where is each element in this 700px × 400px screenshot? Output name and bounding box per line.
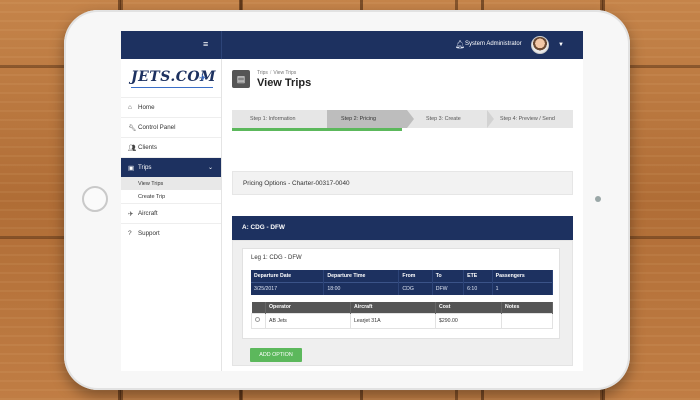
wizard-steps: Step 1: Information Step 2: Pricing Step… bbox=[232, 110, 573, 128]
breadcrumb-separator: / bbox=[269, 70, 272, 76]
sidebar-item-support[interactable]: ? Support bbox=[121, 223, 221, 243]
sidebar: JETS.COM ✈ ⌂ Home 🔧︎ Control Panel 👥︎ Cl… bbox=[121, 59, 222, 371]
leg-table: Departure Date Departure Time From To ET… bbox=[251, 270, 554, 295]
route-panel: Leg 1: CDG - DFW Departure Date Departur… bbox=[232, 240, 573, 366]
sidebar-nav: ⌂ Home 🔧︎ Control Panel 👥︎ Clients ▣ Tri… bbox=[121, 97, 221, 243]
sidebar-item-label: Home bbox=[138, 104, 155, 111]
table-header-row: Departure Date Departure Time From To ET… bbox=[251, 270, 554, 282]
chevron-down-icon: ⌄ bbox=[207, 165, 213, 171]
step-information[interactable]: Step 1: Information bbox=[232, 110, 320, 128]
table-cell: Learjet 31A bbox=[350, 312, 436, 329]
tablet-camera bbox=[595, 196, 601, 202]
sidebar-item-label: Aircraft bbox=[138, 210, 158, 217]
step-create[interactable]: Step 3: Create bbox=[414, 110, 494, 128]
chevron-down-icon[interactable]: ▼ bbox=[558, 42, 564, 48]
table-row[interactable]: AB Jets Learjet 31A $290.00 bbox=[251, 312, 553, 329]
column-header: Notes bbox=[501, 302, 553, 313]
sidebar-subitem-create-trip[interactable]: Create Trip bbox=[121, 190, 221, 203]
route-header: A: CDG - DFW bbox=[232, 216, 573, 240]
column-header: Operator bbox=[265, 302, 351, 313]
logo-underline bbox=[131, 87, 213, 88]
sidebar-item-home[interactable]: ⌂ Home bbox=[121, 97, 221, 117]
column-header: Departure Time bbox=[323, 270, 400, 282]
table-cell: 6:10 bbox=[463, 281, 493, 295]
route-label: A: CDG - DFW bbox=[242, 224, 285, 231]
column-header: Departure Date bbox=[251, 270, 325, 282]
operators-table: Operator Aircraft Cost Notes AB Jets Lea… bbox=[251, 302, 553, 329]
column-header: From bbox=[398, 270, 433, 282]
table-cell: CDG bbox=[398, 281, 433, 295]
question-icon: ? bbox=[128, 230, 132, 237]
trips-page-icon: ▤ bbox=[232, 70, 250, 88]
step-arrow bbox=[487, 110, 494, 128]
sidebar-item-clients[interactable]: 👥︎ Clients bbox=[121, 137, 221, 157]
sidebar-item-label: Trips bbox=[138, 164, 152, 171]
leg-card: Leg 1: CDG - DFW Departure Date Departur… bbox=[242, 248, 560, 339]
table-cell: DFW bbox=[432, 281, 465, 295]
column-header: ETE bbox=[463, 270, 493, 282]
select-cell[interactable] bbox=[251, 312, 266, 329]
page-title: View Trips bbox=[257, 77, 312, 89]
home-icon: ⌂ bbox=[128, 104, 132, 111]
avatar[interactable] bbox=[531, 36, 549, 54]
wizard-progress-bar bbox=[232, 128, 402, 131]
sidebar-item-control-panel[interactable]: 🔧︎ Control Panel bbox=[121, 117, 221, 137]
top-navbar: ≡ 🔔︎ System Administrator ▼ bbox=[121, 31, 583, 59]
table-cell bbox=[501, 312, 553, 329]
step-arrow bbox=[320, 110, 327, 128]
plane-icon: ✈ bbox=[128, 210, 134, 218]
plane-logo-icon: ✈ bbox=[199, 73, 207, 83]
breadcrumb: Trips / View Trips bbox=[257, 70, 296, 76]
add-option-button[interactable]: ADD OPTION bbox=[250, 348, 302, 362]
table-cell: 1 bbox=[492, 281, 554, 295]
column-header: To bbox=[432, 270, 465, 282]
table-header-row: Operator Aircraft Cost Notes bbox=[251, 302, 553, 313]
breadcrumb-item-view-trips: View Trips bbox=[273, 70, 297, 76]
column-header: Passengers bbox=[492, 270, 554, 282]
column-header: Cost bbox=[435, 302, 502, 313]
table-cell: AB Jets bbox=[265, 312, 351, 329]
pricing-options-box: Pricing Options - Charter-00317-0040 bbox=[232, 171, 573, 195]
sidebar-item-label: Support bbox=[138, 230, 160, 237]
step-preview-send[interactable]: Step 4: Preview / Send bbox=[494, 110, 573, 128]
hamburger-menu-icon[interactable]: ≡ bbox=[203, 40, 211, 49]
column-header: Aircraft bbox=[350, 302, 436, 313]
column-header bbox=[251, 302, 266, 313]
sidebar-item-trips[interactable]: ▣ Trips ⌄ bbox=[121, 157, 221, 177]
leg-title: Leg 1: CDG - DFW bbox=[251, 255, 302, 261]
step-arrow bbox=[407, 110, 414, 128]
table-cell: 3/25/2017 bbox=[251, 281, 325, 295]
user-name[interactable]: System Administrator bbox=[465, 41, 522, 47]
wrench-icon: 🔧︎ bbox=[128, 124, 137, 132]
sidebar-subitem-view-trips[interactable]: View Trips bbox=[121, 177, 221, 190]
sidebar-item-aircraft[interactable]: ✈ Aircraft bbox=[121, 203, 221, 223]
sidebar-item-label: Clients bbox=[138, 144, 157, 151]
step-pricing[interactable]: Step 2: Pricing bbox=[327, 110, 407, 128]
table-cell: $290.00 bbox=[435, 312, 502, 329]
table-cell: 18:00 bbox=[323, 281, 400, 295]
tablet-home-button[interactable] bbox=[82, 186, 108, 212]
table-row: 3/25/2017 18:00 CDG DFW 6:10 1 bbox=[251, 281, 554, 295]
bell-icon[interactable]: 🔔︎ bbox=[455, 40, 465, 49]
navbar-brand-area: ≡ bbox=[121, 31, 222, 59]
breadcrumb-item-trips[interactable]: Trips bbox=[257, 70, 268, 76]
main-content: ▤ Trips / View Trips View Trips Step 1: In… bbox=[222, 59, 583, 371]
briefcase-icon: ▣ bbox=[128, 164, 135, 172]
users-icon: 👥︎ bbox=[128, 144, 137, 152]
option-radio[interactable] bbox=[255, 317, 260, 322]
pricing-options-label: Pricing Options - Charter-00317-0040 bbox=[243, 180, 350, 187]
app-screen: ≡ 🔔︎ System Administrator ▼ JETS.COM ✈ ⌂… bbox=[121, 31, 583, 371]
sidebar-item-label: Control Panel bbox=[138, 124, 176, 131]
